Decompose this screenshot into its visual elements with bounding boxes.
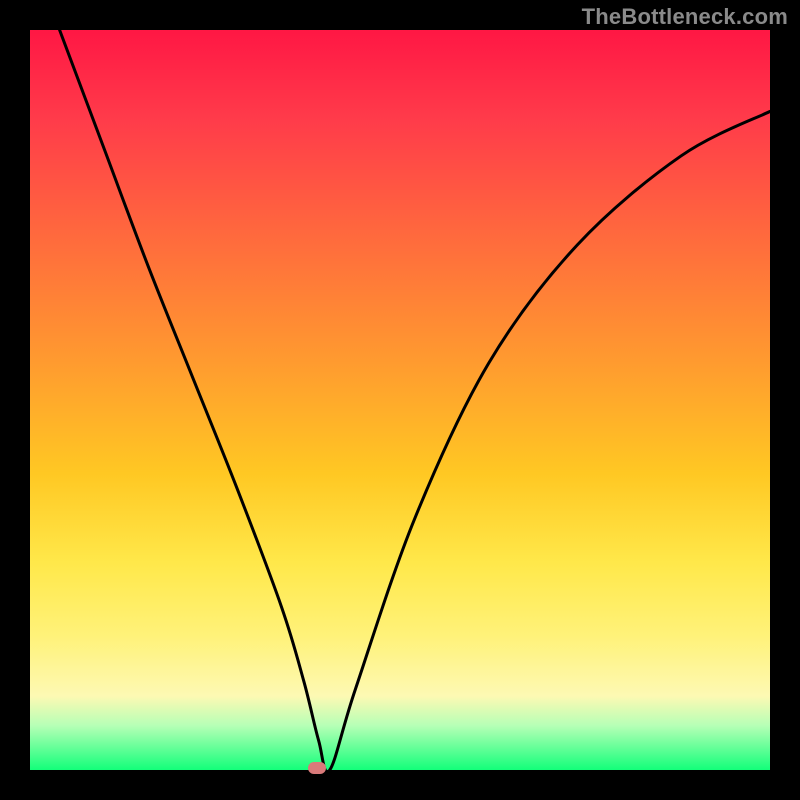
bottleneck-curve <box>30 30 770 770</box>
plot-area <box>30 30 770 770</box>
watermark-text: TheBottleneck.com <box>582 4 788 30</box>
chart-frame: TheBottleneck.com <box>0 0 800 800</box>
optimal-point-marker <box>308 762 326 774</box>
